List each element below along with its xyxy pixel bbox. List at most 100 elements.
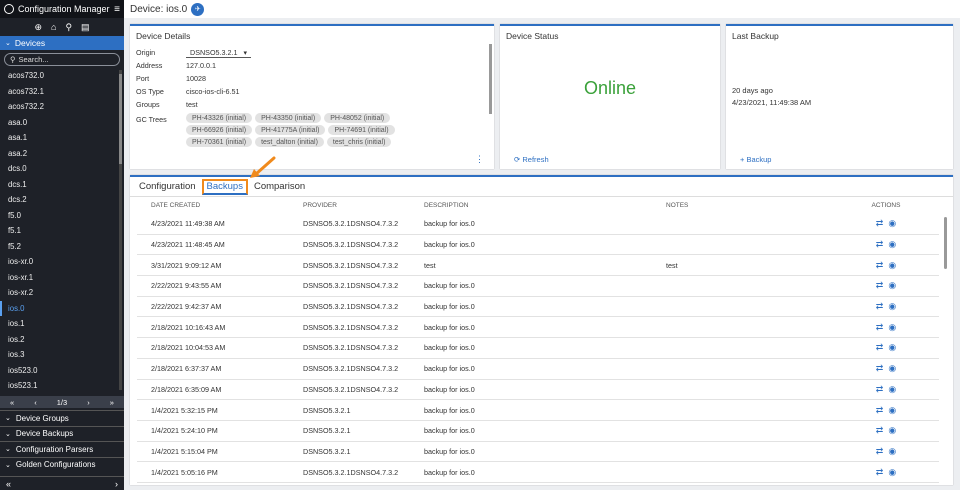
sidebar-device-item[interactable]: ios-xr.2 bbox=[0, 285, 118, 301]
compare-icon[interactable]: ⇄ bbox=[876, 446, 884, 457]
compare-icon[interactable]: ⇄ bbox=[876, 218, 884, 229]
compare-icon[interactable]: ⇄ bbox=[876, 301, 884, 312]
compare-icon[interactable]: ⇄ bbox=[876, 405, 884, 416]
expand-button[interactable]: › bbox=[115, 479, 118, 489]
view-icon[interactable]: ◉ bbox=[888, 405, 896, 416]
col-description[interactable]: DESCRIPTION bbox=[424, 202, 666, 209]
sidebar-section-golden-configurations[interactable]: ⌄ Golden Configurations bbox=[0, 456, 124, 473]
annotation-arrow-icon bbox=[250, 156, 276, 178]
compare-icon[interactable]: ⇄ bbox=[876, 363, 884, 374]
sidebar-section-configuration-parsers[interactable]: ⌄ Configuration Parsers bbox=[0, 441, 124, 457]
compare-icon[interactable]: ⇄ bbox=[876, 467, 884, 478]
view-icon[interactable]: ◉ bbox=[888, 301, 896, 312]
hamburger-menu-icon[interactable]: ≡ bbox=[114, 4, 120, 15]
view-icon[interactable]: ◉ bbox=[888, 218, 896, 229]
sidebar-device-item[interactable]: dcs.0 bbox=[0, 161, 118, 177]
table-scrollbar[interactable] bbox=[944, 217, 947, 269]
sidebar-device-item[interactable]: asa.2 bbox=[0, 146, 118, 162]
search-icon[interactable]: ⚲ bbox=[65, 22, 72, 33]
compare-icon[interactable]: ⇄ bbox=[876, 239, 884, 250]
sidebar-device-item[interactable]: dcs.1 bbox=[0, 177, 118, 193]
sidebar-device-item[interactable]: ios.1 bbox=[0, 316, 118, 332]
view-icon[interactable]: ◉ bbox=[888, 425, 896, 436]
provider-cell: DSNSO5.3.2.1DSNSO4.7.3.2 bbox=[303, 343, 399, 353]
address-value: 127.0.0.1 bbox=[186, 61, 216, 70]
view-icon[interactable]: ◉ bbox=[888, 446, 896, 457]
gctree-chip[interactable]: PH-43350 (initial) bbox=[255, 113, 322, 123]
backup-button[interactable]: + Backup bbox=[740, 155, 771, 164]
sidebar-device-item[interactable]: acos732.1 bbox=[0, 84, 118, 100]
address-label: Address bbox=[136, 61, 163, 70]
tab-configuration[interactable]: Configuration bbox=[136, 181, 199, 192]
sidebar-device-item[interactable]: ios.3 bbox=[0, 347, 118, 363]
home-icon[interactable]: ⌂ bbox=[51, 22, 56, 32]
gctree-chip[interactable]: PH-66926 (initial) bbox=[186, 125, 253, 135]
devices-section-header[interactable]: ⌄ Devices bbox=[0, 36, 124, 50]
table-row: 2/22/2021 9:42:37 AM DSNSO5.3.2.1DSNSO4.7… bbox=[137, 297, 939, 318]
device-search-input[interactable]: ⚲ Search... bbox=[4, 53, 120, 66]
app-title: Configuration Manager bbox=[18, 4, 110, 14]
sidebar-device-item[interactable]: dcs.2 bbox=[0, 192, 118, 208]
compare-icon[interactable]: ⇄ bbox=[876, 280, 884, 291]
view-icon[interactable]: ◉ bbox=[888, 363, 896, 374]
view-icon[interactable]: ◉ bbox=[888, 260, 896, 271]
sidebar-section-device-groups[interactable]: ⌄ Device Groups bbox=[0, 410, 124, 426]
provider-cell: DSNSO5.3.2.1 bbox=[303, 426, 351, 436]
compare-icon[interactable]: ⇄ bbox=[876, 425, 884, 436]
sidebar-device-item[interactable]: acos732.2 bbox=[0, 99, 118, 115]
gctree-chip[interactable]: PH-48052 (initial) bbox=[324, 113, 391, 123]
first-page-button[interactable]: « bbox=[10, 398, 14, 407]
more-options-icon[interactable]: ⋮ bbox=[475, 154, 484, 165]
sidebar-device-item[interactable]: f5.2 bbox=[0, 239, 118, 255]
details-scrollbar[interactable] bbox=[489, 44, 492, 114]
gctree-chip[interactable]: PH-74691 (initial) bbox=[328, 125, 395, 135]
compare-icon[interactable]: ⇄ bbox=[876, 384, 884, 395]
compare-icon[interactable]: ⇄ bbox=[876, 342, 884, 353]
sidebar-device-item[interactable]: ios-xr.1 bbox=[0, 270, 118, 286]
sidebar-section-device-backups[interactable]: ⌄ Device Backups bbox=[0, 425, 124, 442]
compare-icon[interactable]: ⇄ bbox=[876, 322, 884, 333]
sidebar-device-item[interactable]: ios.2 bbox=[0, 332, 118, 348]
device-list-scrollbar[interactable] bbox=[119, 70, 122, 390]
sidebar-device-item[interactable]: asa.1 bbox=[0, 130, 118, 146]
view-icon[interactable]: ◉ bbox=[888, 280, 896, 291]
date-cell: 4/23/2021 11:48:45 AM bbox=[151, 240, 225, 250]
gctree-chip[interactable]: test_chris (initial) bbox=[326, 137, 392, 147]
sidebar-device-item[interactable]: asa.0 bbox=[0, 115, 118, 131]
sidebar-device-item[interactable]: ios523.1 bbox=[0, 378, 118, 394]
sidebar-device-item[interactable]: acos732.0 bbox=[0, 68, 118, 84]
origin-select[interactable]: DSNSO5.3.2.1 ▾ bbox=[186, 48, 252, 58]
compare-icon[interactable]: ⇄ bbox=[876, 260, 884, 271]
col-notes[interactable]: NOTES bbox=[666, 202, 856, 209]
prev-page-button[interactable]: ‹ bbox=[34, 398, 37, 407]
sidebar-device-item[interactable]: ios-xr.0 bbox=[0, 254, 118, 270]
sidebar-device-item[interactable]: f5.0 bbox=[0, 208, 118, 224]
col-provider[interactable]: PROVIDER bbox=[303, 202, 424, 209]
sidebar-device-item[interactable]: ios.0 bbox=[0, 300, 118, 316]
page-header: Device: ios.0 ✈ bbox=[124, 0, 960, 18]
view-icon[interactable]: ◉ bbox=[888, 342, 896, 353]
document-icon[interactable]: ▤ bbox=[81, 22, 90, 33]
view-icon[interactable]: ◉ bbox=[888, 467, 896, 478]
collapse-sidebar-button[interactable]: « bbox=[6, 479, 11, 489]
view-icon[interactable]: ◉ bbox=[888, 322, 896, 333]
gctree-chip[interactable]: PH-43326 (initial) bbox=[186, 113, 253, 123]
last-page-button[interactable]: » bbox=[110, 398, 114, 407]
device-list: acos732.0 acos732.1 acos732.2 asa.0 asa.1 asa… bbox=[0, 68, 118, 396]
refresh-button[interactable]: ⟳ Refresh bbox=[514, 155, 549, 164]
view-icon[interactable]: ◉ bbox=[888, 239, 896, 250]
view-icon[interactable]: ◉ bbox=[888, 384, 896, 395]
actions-cell: ⇄ ◉ bbox=[856, 239, 916, 250]
sidebar-device-item[interactable]: f5.1 bbox=[0, 223, 118, 239]
next-page-button[interactable]: › bbox=[87, 398, 90, 407]
sidebar-device-item[interactable]: ios523.0 bbox=[0, 363, 118, 379]
gctree-chip[interactable]: PH-41775A (initial) bbox=[255, 125, 326, 135]
gctree-chip[interactable]: test_dalton (initial) bbox=[255, 137, 324, 147]
sidebar-footer: « › bbox=[0, 476, 124, 490]
tab-comparison[interactable]: Comparison bbox=[251, 181, 308, 192]
tab-backups[interactable]: Backups bbox=[201, 178, 248, 195]
gctree-chip[interactable]: PH-70361 (initial) bbox=[186, 137, 253, 147]
groups-label: Groups bbox=[136, 100, 160, 109]
add-icon[interactable]: ⊕ bbox=[34, 22, 42, 33]
col-date-created[interactable]: DATE CREATED bbox=[151, 202, 303, 209]
